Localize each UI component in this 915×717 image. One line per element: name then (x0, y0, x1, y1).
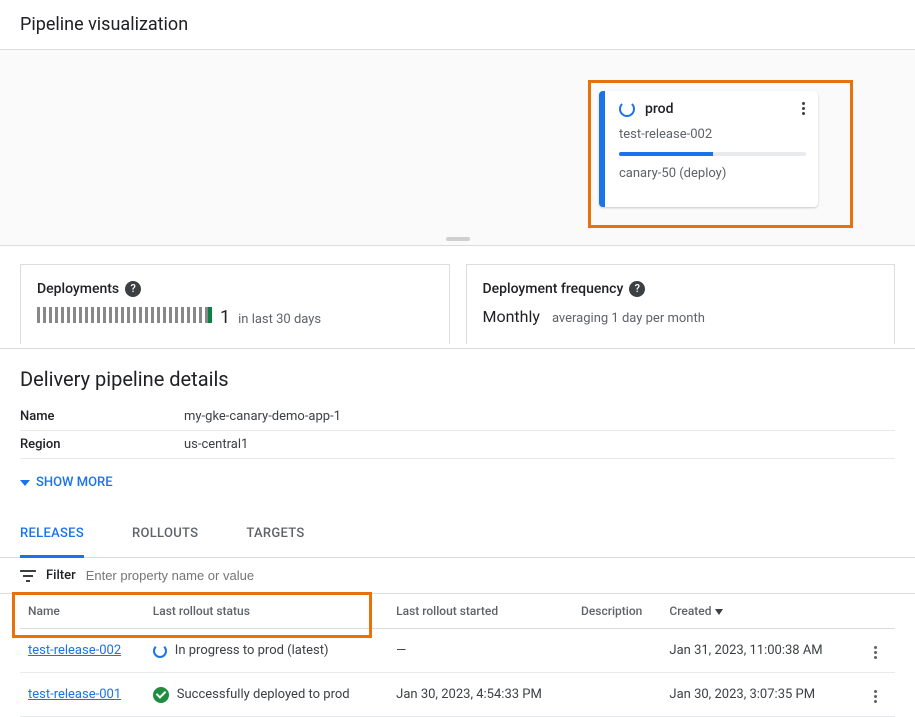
table-row: test-release-002 In progress to prod (lat… (20, 629, 895, 673)
show-more-button[interactable]: SHOW MORE (20, 469, 113, 496)
filter-input[interactable] (86, 568, 895, 583)
rollout-status-text: Successfully deployed to prod (177, 687, 350, 702)
tab-releases[interactable]: RELEASES (20, 512, 84, 558)
details-row-value: us-central1 (184, 437, 248, 452)
details-row-label: Region (20, 437, 184, 452)
filter-label: Filter (46, 568, 76, 583)
last-rollout-started: — (388, 629, 573, 673)
release-name-link[interactable]: test-release-001 (28, 687, 121, 702)
details-heading: Delivery pipeline details (20, 367, 895, 391)
stage-name: prod (645, 101, 673, 117)
release-name-link[interactable]: test-release-002 (28, 643, 121, 658)
metric-title-label: Deployment frequency (483, 281, 624, 297)
metric-deployments: Deployments ? 1 in last 30 days (20, 264, 450, 344)
page-title: Pipeline visualization (0, 0, 915, 50)
column-header[interactable]: Description (573, 594, 661, 629)
pipeline-visualization-canvas: prod test-release-002 canary-50 (deploy) (0, 50, 915, 246)
column-header-actions (855, 594, 895, 629)
column-header[interactable]: Last rollout status (145, 594, 388, 629)
spinner-icon (153, 644, 167, 658)
stage-phase: canary-50 (deploy) (619, 166, 806, 181)
details-row-label: Name (20, 409, 184, 424)
more-vert-icon[interactable] (870, 686, 881, 707)
stage-release-name: test-release-002 (619, 127, 806, 142)
help-icon[interactable]: ? (125, 281, 141, 297)
column-header[interactable]: Created (661, 594, 855, 629)
table-row: test-release-001 Successfully deployed to… (20, 673, 895, 717)
created-cell: Jan 31, 2023, 11:00:38 AM (661, 629, 855, 673)
sparkline-chart (37, 307, 212, 323)
description-cell (573, 629, 661, 673)
resize-handle-icon[interactable] (446, 237, 470, 241)
details-row: Region us-central1 (20, 431, 895, 459)
spinner-icon (619, 101, 635, 117)
progress-bar (619, 152, 806, 156)
more-vert-icon[interactable] (870, 642, 881, 663)
show-more-label: SHOW MORE (36, 475, 113, 490)
created-cell: Jan 30, 2023, 3:07:35 PM (661, 673, 855, 717)
tab-targets[interactable]: TARGETS (246, 512, 304, 557)
pipeline-stage-card-prod[interactable]: prod test-release-002 canary-50 (deploy) (599, 91, 818, 207)
column-header[interactable]: Last rollout started (388, 594, 573, 629)
check-circle-icon (153, 687, 169, 703)
details-row-value: my-gke-canary-demo-app-1 (184, 409, 341, 424)
releases-table: NameLast rollout statusLast rollout star… (20, 594, 895, 717)
frequency-value: Monthly (483, 307, 540, 326)
tab-rollouts[interactable]: ROLLOUTS (132, 512, 198, 557)
metric-title-label: Deployments (37, 281, 119, 297)
deployments-count: 1 (220, 307, 230, 328)
deployments-suffix: in last 30 days (238, 312, 321, 327)
help-icon[interactable]: ? (629, 281, 645, 297)
details-row: Name my-gke-canary-demo-app-1 (20, 403, 895, 431)
column-header[interactable]: Name (20, 594, 145, 629)
last-rollout-started: Jan 30, 2023, 4:54:33 PM (388, 673, 573, 717)
chevron-down-icon (20, 480, 30, 486)
filter-icon (20, 570, 36, 582)
frequency-suffix: averaging 1 day per month (552, 311, 705, 326)
description-cell (573, 673, 661, 717)
rollout-status-text: In progress to prod (latest) (175, 643, 329, 658)
more-vert-icon[interactable] (794, 99, 812, 117)
metric-frequency: Deployment frequency ? Monthly averaging… (466, 264, 896, 344)
sort-desc-icon (715, 609, 723, 615)
